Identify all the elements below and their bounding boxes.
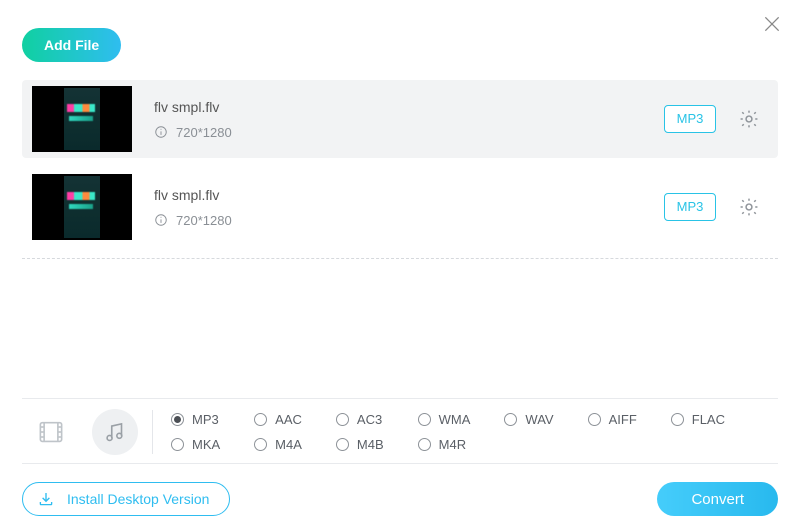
format-option-label: WMA (439, 412, 471, 427)
file-thumbnail (32, 174, 132, 240)
radio-icon (418, 413, 431, 426)
file-resolution: 720*1280 (176, 213, 232, 228)
convert-button[interactable]: Convert (657, 482, 778, 516)
format-option-label: M4B (357, 437, 384, 452)
file-list: flv smpl.flv 720*1280 MP3 flv smpl.fl (22, 80, 778, 259)
info-icon (154, 213, 168, 227)
file-name: flv smpl.flv (154, 99, 664, 115)
format-option-m4b[interactable]: M4B (336, 437, 384, 452)
list-separator (22, 258, 778, 259)
radio-icon (336, 413, 349, 426)
format-option-aac[interactable]: AAC (254, 412, 302, 427)
audio-mode-icon[interactable] (92, 409, 138, 455)
download-icon (37, 490, 55, 508)
format-option-label: MP3 (192, 412, 219, 427)
file-thumbnail (32, 86, 132, 152)
radio-icon (588, 413, 601, 426)
format-option-label: AC3 (357, 412, 382, 427)
format-option-aiff[interactable]: AIFF (588, 412, 637, 427)
format-option-label: AAC (275, 412, 302, 427)
format-option-mka[interactable]: MKA (171, 437, 220, 452)
format-badge[interactable]: MP3 (664, 105, 716, 133)
format-option-label: M4A (275, 437, 302, 452)
divider (152, 410, 153, 454)
file-name: flv smpl.flv (154, 187, 664, 203)
format-option-flac[interactable]: FLAC (671, 412, 725, 427)
radio-icon (336, 438, 349, 451)
video-mode-icon[interactable] (28, 409, 74, 455)
format-option-wma[interactable]: WMA (418, 412, 471, 427)
format-option-mp3[interactable]: MP3 (171, 412, 220, 427)
format-bar: MP3 AAC AC3 WMA WAV AIFF FLAC MKA M4A M4B M4R (22, 398, 778, 464)
file-row[interactable]: flv smpl.flv 720*1280 MP3 (22, 168, 778, 246)
format-option-wav[interactable]: WAV (504, 412, 553, 427)
format-option-ac3[interactable]: AC3 (336, 412, 384, 427)
install-desktop-label: Install Desktop Version (67, 491, 209, 507)
radio-icon (504, 413, 517, 426)
radio-icon (254, 438, 267, 451)
gear-icon[interactable] (738, 108, 760, 130)
radio-icon (254, 413, 267, 426)
radio-icon (171, 413, 184, 426)
format-option-label: M4R (439, 437, 466, 452)
radio-icon (418, 438, 431, 451)
gear-icon[interactable] (738, 196, 760, 218)
add-file-button[interactable]: Add File (22, 28, 121, 62)
format-option-m4r[interactable]: M4R (418, 437, 471, 452)
close-icon[interactable] (762, 14, 782, 34)
info-icon (154, 125, 168, 139)
file-row[interactable]: flv smpl.flv 720*1280 MP3 (22, 80, 778, 158)
format-option-label: MKA (192, 437, 220, 452)
format-option-label: WAV (525, 412, 553, 427)
format-option-label: FLAC (692, 412, 725, 427)
format-option-m4a[interactable]: M4A (254, 437, 302, 452)
format-badge[interactable]: MP3 (664, 193, 716, 221)
format-option-label: AIFF (609, 412, 637, 427)
radio-icon (171, 438, 184, 451)
file-resolution: 720*1280 (176, 125, 232, 140)
install-desktop-button[interactable]: Install Desktop Version (22, 482, 230, 516)
radio-icon (671, 413, 684, 426)
